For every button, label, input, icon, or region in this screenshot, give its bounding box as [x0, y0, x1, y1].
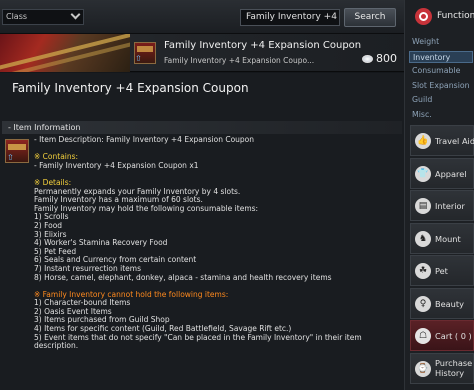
chevron-down-icon — [70, 9, 81, 20]
sidebar-item-mount[interactable]: ♞ Mount — [410, 222, 474, 254]
description-line: 4) Worker's Stamina Recovery Food — [34, 238, 168, 248]
sidebar-item-label: Interior — [435, 201, 465, 211]
description-line: description. — [34, 341, 79, 351]
description-line: - Item Description: Family Inventory +4 … — [34, 135, 255, 144]
sidebar-item-label: Purchase History — [435, 357, 473, 378]
function-button[interactable]: Function — [409, 6, 474, 28]
cabinet-icon: ▤ — [415, 198, 431, 214]
coupon-chest-icon: ⇧ — [5, 139, 29, 163]
description-line: Family Inventory may hold the following … — [34, 203, 259, 213]
item-description: - Item Description: Family Inventory +4 … — [34, 135, 398, 351]
item-information-header[interactable]: - Item Information — [2, 121, 402, 134]
description-line: 2) Food — [34, 220, 63, 230]
sidebar-item-label: Mount — [435, 233, 461, 244]
sidebar-item-travel-aid[interactable]: 👍 Travel Aid — [410, 125, 474, 156]
search-input[interactable]: Family Inventory +4 — [240, 9, 340, 26]
cart-icon: ☖ — [415, 328, 431, 344]
dress-icon: ♀ — [415, 295, 431, 312]
sidebar-item-label: Cart ( 0 ) — [435, 331, 472, 341]
product-banner[interactable]: ⇧ Family Inventory +4 Expansion Coupon F… — [0, 34, 404, 72]
coupon-chest-icon: ⇧ — [134, 42, 156, 64]
top-bar: Class Family Inventory +4 Search — [0, 0, 404, 34]
sidebar-item-apparel[interactable]: 👕 Apparel — [410, 157, 474, 189]
function-label: Function — [437, 11, 474, 21]
class-dropdown-value: Class — [6, 12, 28, 21]
description-line: 8) Horse, camel, elephant, donkey, alpac… — [34, 272, 332, 282]
horse-icon: ♞ — [415, 230, 431, 247]
thumbs-up-icon: 👍 — [415, 133, 431, 149]
banner-title: Family Inventory +4 Expansion Coupon — [164, 40, 362, 51]
sidebar-item-pet[interactable]: ☘ Pet — [410, 255, 474, 286]
description-line: 1) Scrolls — [34, 212, 69, 222]
paw-icon: ☘ — [415, 263, 431, 279]
sidebar-item-purchase-history[interactable]: ⌚ Purchase History — [410, 352, 474, 384]
banner-price: 800 — [376, 52, 397, 65]
item-title: Family Inventory +4 Expansion Coupon — [12, 81, 249, 95]
pearl-currency-icon — [362, 55, 373, 63]
item-detail-panel: Family Inventory +4 Expansion Coupon - I… — [0, 73, 404, 390]
sidebar-item-label: Beauty — [435, 298, 464, 309]
function-icon — [415, 8, 432, 25]
class-dropdown[interactable]: Class — [2, 9, 84, 25]
category-consumable[interactable]: Consumable — [409, 65, 473, 77]
sidebar-item-label: Travel Aid — [435, 136, 474, 146]
shop-sidebar: Function Weight Inventory Consumable Slot E… — [404, 0, 474, 390]
category-guild[interactable]: Guild — [409, 94, 473, 106]
banner-subtitle: Family Inventory +4 Expansion Coupo... — [164, 56, 315, 65]
category-inventory[interactable]: Inventory — [409, 50, 473, 63]
banner-image — [0, 34, 130, 72]
description-line: 5) Event items that do not specify "Can … — [34, 332, 362, 342]
category-weight[interactable]: Weight — [409, 36, 473, 48]
history-icon: ⌚ — [415, 360, 431, 377]
sidebar-item-interior[interactable]: ▤ Interior — [410, 190, 474, 221]
category-slot-expansion[interactable]: Slot Expansion — [409, 80, 473, 92]
search-button[interactable]: Search — [344, 8, 396, 27]
category-misc[interactable]: Misc. — [409, 109, 473, 121]
sidebar-item-label: Pet — [435, 266, 448, 276]
sidebar-item-beauty[interactable]: ♀ Beauty — [410, 287, 474, 319]
shirt-icon: 👕 — [415, 165, 431, 182]
description-line: - Family Inventory +4 Expansion Coupon x… — [34, 160, 199, 170]
sidebar-item-label: Apparel — [435, 168, 467, 179]
sidebar-item-cart[interactable]: ☖ Cart ( 0 ) — [410, 320, 474, 351]
